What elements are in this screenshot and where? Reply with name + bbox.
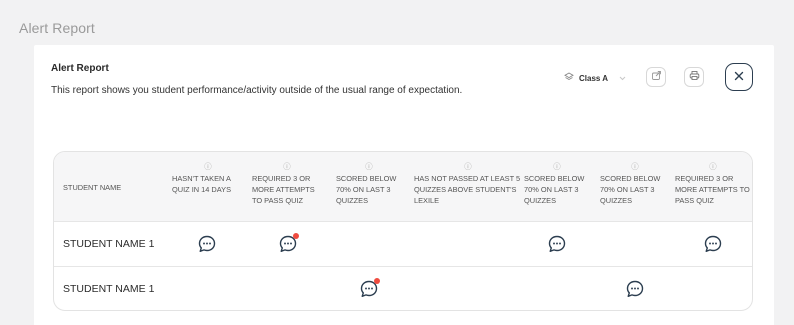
chevron-down-icon	[619, 74, 626, 83]
card-description: This report shows you student performanc…	[51, 85, 463, 96]
chat-bubble-icon[interactable]	[359, 278, 380, 299]
share-icon	[651, 68, 662, 86]
column-header: ⓘ SCORED BELOW 70% ON LAST 3 QUIZZES	[524, 152, 590, 222]
info-icon[interactable]: ⓘ	[600, 161, 670, 173]
table-row: STUDENT NAME 1	[54, 222, 752, 267]
info-icon[interactable]: ⓘ	[675, 161, 751, 173]
notification-dot	[374, 278, 380, 284]
table-row: STUDENT NAME 1	[54, 267, 752, 310]
notification-dot	[293, 233, 299, 239]
chat-bubble-icon[interactable]	[278, 233, 299, 254]
info-icon[interactable]: ⓘ	[172, 161, 244, 173]
class-selector-value: Class A	[579, 73, 609, 83]
print-icon	[689, 68, 700, 86]
student-name[interactable]: STUDENT NAME 1	[63, 283, 154, 295]
column-header: ⓘ SCORED BELOW 70% ON LAST 3 QUIZZES	[600, 152, 670, 222]
column-header: ⓘ REQUIRED 3 OR MORE ATTEMPTS TO PASS QU…	[675, 161, 751, 205]
info-icon[interactable]: ⓘ	[524, 161, 590, 173]
card-title: Alert Report	[51, 63, 109, 74]
student-name[interactable]: STUDENT NAME 1	[63, 238, 154, 250]
chat-bubble-icon[interactable]	[703, 234, 723, 254]
chat-bubble-icon[interactable]	[197, 234, 217, 254]
close-button[interactable]	[725, 63, 753, 91]
close-icon	[734, 68, 744, 86]
table-header: STUDENT NAME ⓘ HASN'T TAKEN A QUIZ IN 14…	[54, 152, 752, 222]
print-button[interactable]	[684, 67, 704, 87]
chat-bubble-icon[interactable]	[625, 279, 645, 299]
page-title: Alert Report	[19, 20, 95, 36]
column-header: ⓘ SCORED BELOW 70% ON LAST 3 QUIZZES	[336, 152, 402, 222]
chat-bubble-icon[interactable]	[547, 234, 567, 254]
column-header: ⓘ HASN'T TAKEN A QUIZ IN 14 DAYS	[172, 152, 244, 222]
share-button[interactable]	[646, 67, 666, 87]
layers-icon	[564, 72, 574, 84]
info-icon[interactable]: ⓘ	[252, 161, 322, 173]
column-header: ⓘ REQUIRED 3 OR MORE ATTEMPTS TO PASS QU…	[252, 152, 322, 222]
info-icon[interactable]: ⓘ	[414, 161, 522, 173]
column-header: ⓘ HAS NOT PASSED AT LEAST 5 QUIZZES ABOV…	[414, 161, 522, 205]
class-selector[interactable]: Class A	[564, 72, 626, 84]
column-header-student-name: STUDENT NAME	[63, 182, 122, 192]
alert-table: STUDENT NAME ⓘ HASN'T TAKEN A QUIZ IN 14…	[53, 151, 753, 311]
alert-report-card: Alert Report This report shows you stude…	[34, 45, 774, 325]
info-icon[interactable]: ⓘ	[336, 161, 402, 173]
